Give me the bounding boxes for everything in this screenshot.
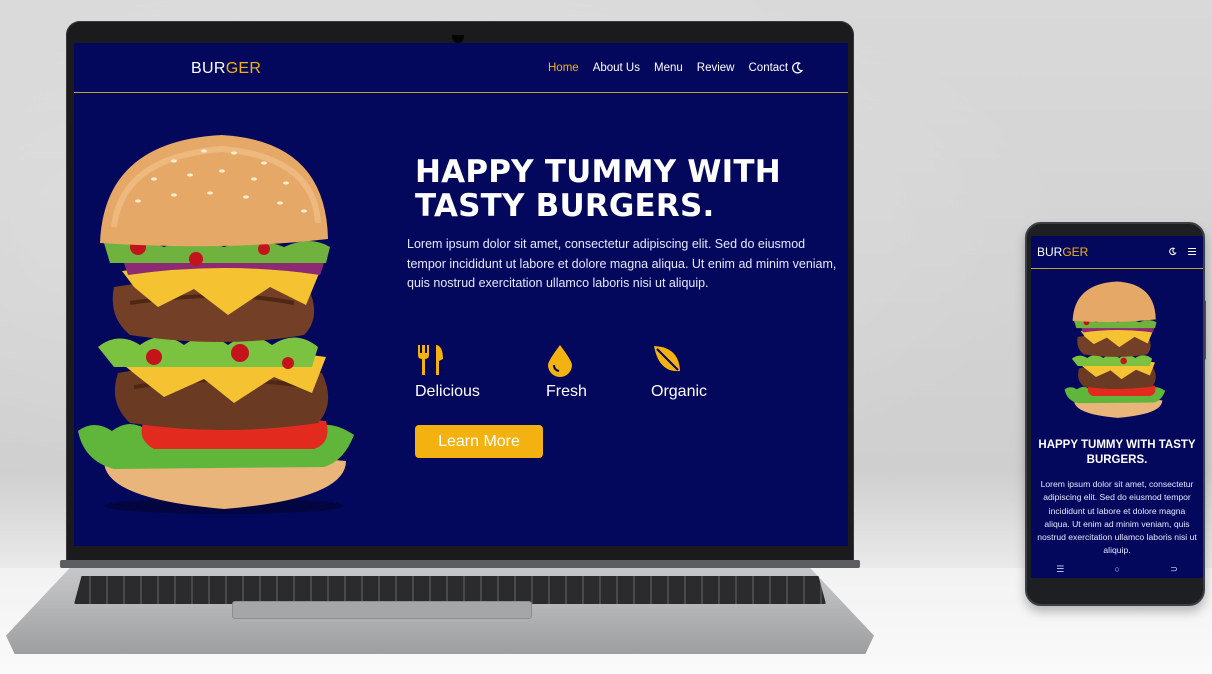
feature-fresh: Fresh xyxy=(546,343,587,401)
nav-link-about-us[interactable]: About Us xyxy=(593,62,640,74)
nav-link-menu[interactable]: Menu xyxy=(654,62,683,74)
moon-icon[interactable] xyxy=(1168,247,1177,256)
hero-title: HAPPY TUMMY WITH TASTY BURGERS. xyxy=(415,155,835,223)
phone-logo-part1: BUR xyxy=(1037,245,1063,259)
nav-link-contact[interactable]: Contact xyxy=(749,62,789,74)
phone-nav-divider xyxy=(1031,268,1203,269)
laptop-keyboard xyxy=(74,576,826,604)
hero-title-line2: TASTY BURGERS. xyxy=(415,188,715,224)
phone-screen: BURGER HAPPY TUMMY WITH TASTY BURGERS. L… xyxy=(1031,236,1203,578)
droplet-icon xyxy=(548,345,572,377)
feature-organic: Organic xyxy=(651,343,707,401)
learn-more-button[interactable]: Learn More xyxy=(415,425,543,458)
nav-links: Home About Us Menu Review Contact xyxy=(548,62,788,74)
home-icon[interactable]: ○ xyxy=(1115,564,1120,574)
nav-link-home[interactable]: Home xyxy=(548,62,579,74)
phone-burger-image xyxy=(1064,281,1166,418)
feature-label-delicious: Delicious xyxy=(415,383,480,400)
laptop-trackpad xyxy=(232,601,532,619)
site-logo[interactable]: BURGER xyxy=(191,60,261,78)
nav-link-review[interactable]: Review xyxy=(697,62,735,74)
logo-part1: BUR xyxy=(191,60,226,77)
moon-icon[interactable] xyxy=(790,61,804,75)
fork-knife-icon xyxy=(418,345,443,375)
hero-description: Lorem ipsum dolor sit amet, consectetur … xyxy=(407,237,837,290)
menu-icon[interactable] xyxy=(1188,248,1196,255)
feature-delicious: Delicious xyxy=(415,343,480,401)
hero-title-line1: HAPPY TUMMY WITH xyxy=(415,154,781,190)
phone-system-nav: ☰ ○ ⊃ xyxy=(1031,560,1203,578)
burger-image xyxy=(78,135,354,514)
laptop-screen: BURGER Home About Us Menu Review Contact xyxy=(74,43,848,546)
phone-hero-description: Lorem ipsum dolor sit amet, consectetur … xyxy=(1037,479,1197,556)
recent-apps-icon[interactable]: ☰ xyxy=(1056,564,1064,575)
leaf-icon xyxy=(654,346,680,372)
phone-site-logo[interactable]: BURGER xyxy=(1037,245,1088,259)
laptop-hinge xyxy=(60,560,860,568)
logo-part2: GER xyxy=(225,60,262,77)
site-navbar: BURGER Home About Us Menu Review Contact xyxy=(74,43,848,93)
phone-hero-title: HAPPY TUMMY WITH TASTY BURGERS. xyxy=(1038,439,1196,466)
phone-logo-part2: GER xyxy=(1062,245,1089,259)
feature-label-organic: Organic xyxy=(651,383,708,400)
feature-label-fresh: Fresh xyxy=(546,383,587,400)
back-icon[interactable]: ⊃ xyxy=(1170,564,1178,575)
